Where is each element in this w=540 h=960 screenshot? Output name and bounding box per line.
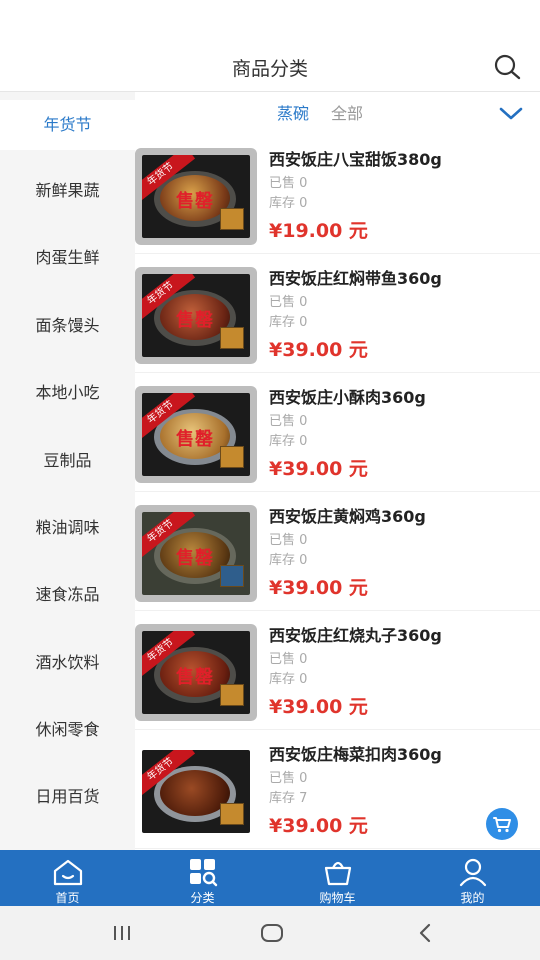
subcategory-tabs: 蒸碗 全部	[135, 92, 540, 136]
sidebar-item-drinks[interactable]: 酒水饮料	[0, 638, 135, 688]
sold-out-label: 售罄	[176, 548, 214, 569]
stock-count: 库存 0	[269, 196, 308, 211]
tab-category[interactable]: 分类	[135, 850, 270, 906]
chevron-down-icon[interactable]	[498, 100, 524, 126]
tab-label: 首页	[55, 891, 80, 905]
product-thumbnail[interactable]: 年货节	[135, 743, 257, 840]
cart-icon	[493, 817, 511, 833]
sidebar-item-meat-eggs[interactable]: 肉蛋生鲜	[0, 233, 135, 283]
product-price: ¥19.00 元	[269, 220, 368, 242]
stock-count: 库存 0	[269, 315, 308, 330]
product-list: 年货节 售罄 西安饭庄八宝甜饭380g 已售 0 库存 0 ¥19.00 元 年…	[135, 136, 540, 850]
sold-out-label: 售罄	[176, 667, 214, 688]
product-price: ¥39.00 元	[269, 696, 368, 718]
sold-count: 已售 0	[269, 176, 308, 191]
back-icon[interactable]	[410, 920, 440, 946]
cart-button[interactable]	[486, 808, 518, 840]
product-price: ¥39.00 元	[269, 815, 368, 837]
product-card[interactable]: 年货节 售罄 西安饭庄小酥肉360g 已售 0 库存 0 ¥39.00 元	[135, 374, 540, 492]
system-navigation-bar	[0, 906, 540, 960]
category-icon	[190, 859, 218, 887]
product-name[interactable]: 西安饭庄红烧丸子360g	[269, 622, 442, 646]
user-icon	[459, 858, 487, 887]
stock-count: 库存 0	[269, 553, 308, 568]
sold-count: 已售 0	[269, 771, 308, 786]
stock-count: 库存 7	[269, 791, 308, 806]
sidebar-item-nianhuojie[interactable]: 年货节	[0, 100, 135, 150]
sidebar-item-local-snacks[interactable]: 本地小吃	[0, 368, 135, 418]
sold-out-label: 售罄	[176, 429, 214, 450]
product-thumbnail[interactable]: 年货节 售罄	[135, 386, 257, 483]
search-icon[interactable]	[492, 52, 522, 82]
home-icon	[53, 859, 83, 886]
product-name[interactable]: 西安饭庄梅菜扣肉360g	[269, 741, 442, 765]
product-thumbnail[interactable]: 年货节 售罄	[135, 624, 257, 721]
sold-count: 已售 0	[269, 414, 308, 429]
tab-profile[interactable]: 我的	[405, 850, 540, 906]
product-card[interactable]: 年货节 售罄 西安饭庄八宝甜饭380g 已售 0 库存 0 ¥19.00 元	[135, 136, 540, 254]
product-card[interactable]: 年货节 售罄 西安饭庄红烧丸子360g 已售 0 库存 0 ¥39.00 元	[135, 612, 540, 730]
sidebar-item-grain-oil[interactable]: 粮油调味	[0, 503, 135, 553]
sold-out-label: 售罄	[176, 191, 214, 212]
product-price: ¥39.00 元	[269, 458, 368, 480]
product-name[interactable]: 西安饭庄小酥肉360g	[269, 384, 426, 408]
product-thumbnail[interactable]: 年货节 售罄	[135, 505, 257, 602]
product-price: ¥39.00 元	[269, 339, 368, 361]
tab-cart[interactable]: 购物车	[270, 850, 405, 906]
product-name[interactable]: 西安饭庄黄焖鸡360g	[269, 503, 426, 527]
sold-count: 已售 0	[269, 652, 308, 667]
product-price: ¥39.00 元	[269, 577, 368, 599]
tab-all[interactable]: 全部	[331, 100, 363, 124]
product-name[interactable]: 西安饭庄八宝甜饭380g	[269, 146, 442, 170]
home-button-icon[interactable]	[257, 920, 287, 946]
sold-count: 已售 0	[269, 533, 308, 548]
tab-label: 我的	[460, 891, 485, 905]
product-card[interactable]: 年货节 售罄 西安饭庄黄焖鸡360g 已售 0 库存 0 ¥39.00 元	[135, 493, 540, 611]
sidebar-item-noodles-buns[interactable]: 面条馒头	[0, 301, 135, 351]
product-card[interactable]: 年货节 售罄 西安饭庄红焖带鱼360g 已售 0 库存 0 ¥39.00 元	[135, 255, 540, 373]
stock-count: 库存 0	[269, 672, 308, 687]
sold-count: 已售 0	[269, 295, 308, 310]
sidebar-item-fruits-vegetables[interactable]: 新鲜果蔬	[0, 166, 135, 216]
sidebar-item-snacks[interactable]: 休闲零食	[0, 705, 135, 755]
product-thumbnail[interactable]: 年货节 售罄	[135, 148, 257, 245]
tab-zhengwan[interactable]: 蒸碗	[277, 100, 309, 124]
sidebar-item-daily-goods[interactable]: 日用百货	[0, 772, 135, 822]
sold-out-label: 售罄	[176, 310, 214, 331]
shopping-bag-icon	[324, 861, 352, 886]
sidebar-item-tofu[interactable]: 豆制品	[0, 436, 135, 486]
stock-count: 库存 0	[269, 434, 308, 449]
sidebar-item-frozen[interactable]: 速食冻品	[0, 570, 135, 620]
page-title: 商品分类	[231, 58, 308, 80]
recent-apps-icon[interactable]	[107, 920, 137, 946]
category-sidebar: 年货节 新鲜果蔬 肉蛋生鲜 面条馒头 本地小吃 豆制品 粮油调味 速食冻品 酒水…	[0, 92, 135, 850]
tab-label: 分类	[190, 891, 215, 905]
tab-home[interactable]: 首页	[0, 850, 135, 906]
tab-label: 购物车	[319, 891, 356, 905]
product-thumbnail[interactable]: 年货节 售罄	[135, 267, 257, 364]
header: 商品分类	[0, 0, 540, 92]
bottom-tab-bar: 首页 分类 购物车 我的	[0, 850, 540, 906]
product-card[interactable]: 年货节 西安饭庄梅菜扣肉360g 已售 0 库存 7 ¥39.00 元	[135, 731, 540, 849]
product-name[interactable]: 西安饭庄红焖带鱼360g	[269, 265, 442, 289]
